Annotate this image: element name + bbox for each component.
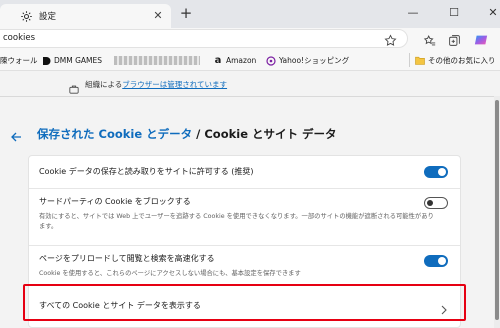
favorites-bar: 陳ウォール DMM GAMES a Amazon Yahoo!ショッピング その…	[0, 50, 500, 71]
toolbar: cookies	[0, 28, 500, 50]
favorite-item[interactable]: DMM GAMES	[41, 54, 102, 67]
page-heading: 保存された Cookie とデータ / Cookie とサイト データ	[10, 125, 337, 143]
managed-text: 組織によるブラウザーは管理されています	[85, 79, 227, 90]
address-url: cookies	[3, 33, 36, 43]
setting-row-block-third-party: サードパーティの Cookie をブロックする 有効にすると、サイトでは Web…	[29, 189, 460, 245]
favorite-item[interactable]: a Amazon	[213, 54, 257, 67]
copilot-icon[interactable]	[474, 32, 488, 46]
setting-row-allow-cookies: Cookie データの保存と読み取りをサイトに許可する (推奨)	[29, 156, 460, 188]
tab-settings[interactable]: 設定 ✕	[0, 4, 171, 28]
divider	[0, 96, 494, 97]
setting-description: 有効にすると、サイトでは Web 上でユーザーを追跡する Cookie を使用で…	[39, 213, 434, 230]
toggle-knob	[438, 257, 446, 265]
maximize-icon[interactable]: ☐	[447, 6, 461, 20]
favorites-collection-icon[interactable]	[423, 32, 437, 46]
blurred-item-icon	[114, 56, 200, 65]
managed-briefcase-icon	[69, 79, 79, 94]
setting-row-preload: ページをプリロードして閲覧と検索を高速化する Cookie を使用すると、これら…	[29, 246, 460, 284]
settings-content: 組織によるブラウザーは管理されています 保存された Cookie とデータ / …	[0, 71, 500, 328]
other-favorites-folder[interactable]: その他のお気に入り	[415, 54, 496, 67]
back-arrow-icon[interactable]	[10, 128, 22, 142]
favorite-label: DMM GAMES	[54, 56, 103, 65]
setting-title: サードパーティの Cookie をブロックする	[39, 197, 191, 206]
favorite-label: 陳ウォール	[0, 56, 38, 65]
dmm-logo-icon	[41, 56, 51, 66]
toggle-knob	[427, 200, 433, 206]
setting-title: Cookie データの保存と読み取りをサイトに許可する (推奨)	[39, 167, 254, 176]
allow-cookies-toggle[interactable]	[424, 166, 448, 178]
new-tab-button[interactable]: +	[178, 6, 194, 22]
setting-description: Cookie を使用すると、これらのページにアクセスしない場合にも、基本設定を保…	[39, 270, 301, 277]
favorites-divider	[409, 53, 410, 67]
toggle-knob	[438, 168, 446, 176]
managed-notice: 組織によるブラウザーは管理されています	[0, 71, 494, 97]
minimize-icon[interactable]: —	[406, 6, 420, 20]
favorite-item[interactable]: 陳ウォール	[0, 54, 38, 67]
favorite-label: Amazon	[226, 56, 257, 65]
tab-title: 設定	[39, 12, 57, 22]
managed-prefix: 組織による	[85, 80, 123, 89]
breadcrumb-parent[interactable]: 保存された Cookie とデータ	[37, 126, 192, 142]
collections-icon[interactable]	[448, 32, 462, 46]
managed-link[interactable]: ブラウザーは管理されています	[122, 80, 227, 89]
scrollbar[interactable]	[494, 96, 500, 328]
favorite-star-icon[interactable]	[384, 32, 398, 46]
setting-title: ページをプリロードして閲覧と検索を高速化する	[39, 254, 215, 263]
gear-icon	[19, 9, 33, 23]
title-bar: 設定 ✕ + — ☐ ✕	[0, 0, 500, 28]
block-third-party-toggle[interactable]	[424, 197, 448, 209]
favorite-item[interactable]	[114, 54, 203, 67]
address-bar[interactable]: cookies	[0, 29, 408, 48]
favorite-item[interactable]: Yahoo!ショッピング	[266, 54, 349, 67]
breadcrumb-separator: /	[192, 127, 205, 141]
close-tab-icon[interactable]: ✕	[152, 10, 164, 22]
highlight-box	[23, 284, 466, 321]
preload-pages-toggle[interactable]	[424, 255, 448, 267]
folder-icon	[415, 56, 425, 66]
favorite-label: Yahoo!ショッピング	[279, 56, 350, 65]
close-window-icon[interactable]: ✕	[486, 6, 500, 20]
amazon-logo-icon: a	[214, 55, 222, 66]
favorite-label: その他のお気に入り	[428, 56, 496, 65]
page-title: Cookie とサイト データ	[204, 127, 337, 141]
yahoo-logo-icon	[266, 55, 276, 66]
scrollbar-thumb[interactable]	[495, 100, 499, 320]
